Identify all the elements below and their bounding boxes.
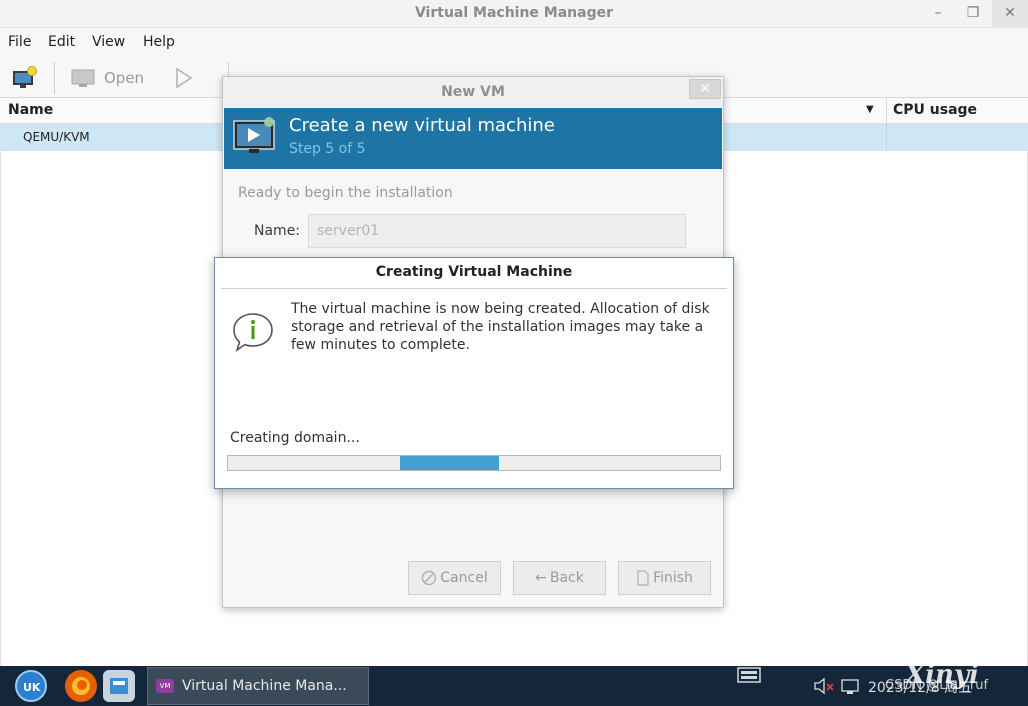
menu-edit[interactable]: Edit: [48, 34, 75, 50]
ukui-logo-icon: UK: [23, 681, 41, 694]
column-dropdown-icon[interactable]: ▼: [866, 104, 874, 115]
new-vm-banner: Create a new virtual machine Step 5 of 5: [224, 108, 722, 169]
finish-label: Finish: [653, 570, 693, 586]
open-button[interactable]: Open: [70, 58, 144, 98]
menu-help[interactable]: Help: [143, 34, 175, 50]
new-vm-title: New VM: [441, 84, 505, 100]
close-button[interactable]: ✕: [992, 0, 1028, 28]
banner-title: Create a new virtual machine: [289, 115, 555, 136]
creating-dialog-title: Creating Virtual Machine: [375, 264, 573, 280]
column-name[interactable]: Name: [8, 102, 53, 118]
menu-view[interactable]: View: [92, 34, 125, 50]
taskbar: UK VM Virtual Machine Mana... 2023/12/8 …: [0, 660, 1028, 706]
creating-message: The virtual machine is now being created…: [291, 301, 710, 353]
taskbar-window-vmm[interactable]: VM Virtual Machine Mana...: [147, 667, 369, 705]
new-vm-titlebar: New VM ✕: [223, 77, 723, 107]
toolbar-separator: [54, 62, 55, 94]
creating-vm-dialog: Creating Virtual Machine The virtual mac…: [214, 257, 734, 489]
back-arrow-icon: ←: [535, 570, 547, 586]
workspace-icon[interactable]: [736, 666, 762, 686]
firefox-icon[interactable]: [65, 670, 97, 702]
new-vm-icon: [13, 66, 37, 88]
window-title: Virtual Machine Manager: [414, 5, 614, 21]
cancel-icon: [422, 570, 437, 586]
document-icon: [637, 570, 649, 586]
creation-progress-bar: [227, 455, 721, 471]
info-icon: [233, 313, 273, 352]
creating-status: Creating domain...: [230, 430, 360, 446]
window-titlebar: Virtual Machine Manager – ❐ ✕: [0, 0, 1028, 28]
run-button[interactable]: [174, 58, 194, 98]
open-label: Open: [104, 69, 145, 87]
back-button[interactable]: ← Back: [513, 561, 606, 595]
cancel-label: Cancel: [440, 570, 488, 586]
monitor-icon: [71, 69, 95, 87]
back-label: Back: [549, 570, 584, 586]
taskbar-window-label: Virtual Machine Mana...: [182, 678, 347, 694]
play-icon: [176, 67, 193, 89]
start-menu-icon[interactable]: UK: [15, 670, 47, 702]
minimize-button[interactable]: –: [920, 0, 956, 28]
connection-label: QEMU/KVM: [23, 130, 90, 144]
new-vm-button[interactable]: [12, 58, 38, 98]
file-manager-icon[interactable]: [103, 670, 135, 702]
menu-file[interactable]: File: [8, 34, 31, 50]
volume-muted-icon[interactable]: [813, 676, 835, 696]
progress-fill: [400, 456, 499, 470]
banner-step: Step 5 of 5: [289, 141, 366, 157]
cancel-button[interactable]: Cancel: [408, 561, 501, 595]
vmm-app-icon: VM: [156, 679, 174, 693]
name-label: Name:: [254, 223, 301, 239]
firefox-globe-icon: [72, 677, 90, 695]
finish-button[interactable]: Finish: [618, 561, 711, 595]
menubar: File Edit View Help: [0, 28, 1028, 58]
new-vm-close-button[interactable]: ✕: [689, 79, 721, 99]
maximize-button[interactable]: ❐: [955, 0, 991, 28]
vm-name-field[interactable]: server01: [308, 214, 686, 248]
cpu-cell-divider: [886, 124, 887, 151]
ready-text: Ready to begin the installation: [238, 185, 453, 201]
vm-monitor-icon: [233, 117, 275, 153]
folder-icon: [110, 678, 128, 694]
watermark-subtext: CSDN @Liar_ruf: [885, 678, 989, 693]
column-cpu-usage[interactable]: CPU usage: [893, 102, 977, 118]
column-divider: [886, 98, 887, 124]
network-icon[interactable]: [840, 676, 862, 696]
svg-text:UK: UK: [23, 681, 41, 694]
creating-dialog-divider: [221, 288, 727, 289]
